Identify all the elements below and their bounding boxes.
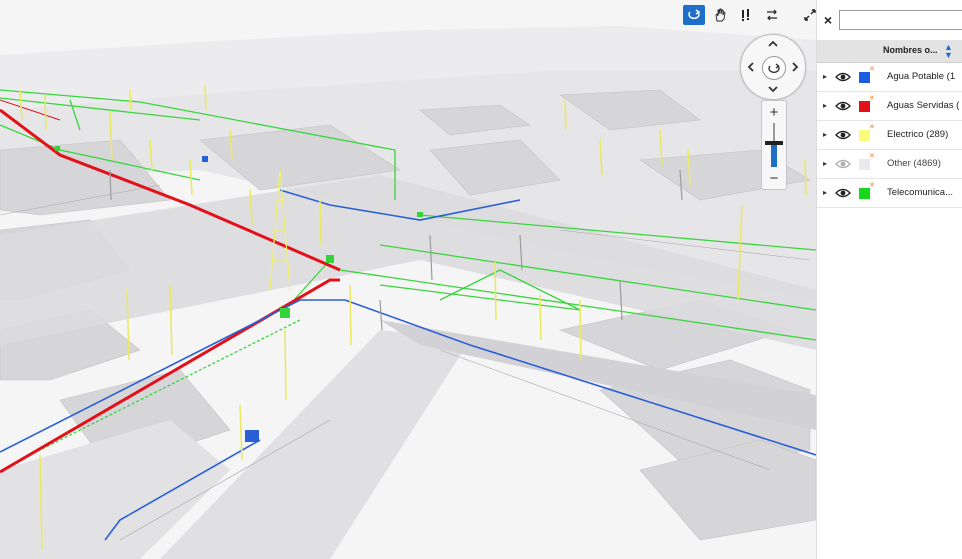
layer-color-swatch[interactable] bbox=[859, 72, 870, 83]
pan-left-button[interactable] bbox=[744, 60, 758, 74]
chevron-left-icon bbox=[747, 62, 754, 72]
visibility-eye-icon[interactable] bbox=[835, 71, 851, 83]
expand-caret-icon[interactable]: ▸ bbox=[823, 72, 827, 81]
layer-color-swatch[interactable] bbox=[859, 101, 870, 112]
zoom-in-button[interactable]: + bbox=[762, 105, 786, 121]
layer-panel: × Nombres o... ▲ ▼ ▸ ✕ Agua Potable (1 ▸ ✕ Agu… bbox=[816, 0, 962, 559]
water-node[interactable] bbox=[245, 430, 259, 442]
orbit-tool-button[interactable] bbox=[683, 5, 705, 25]
layer-row[interactable]: ▸ ✕ Electrico (289) bbox=[817, 121, 962, 150]
modified-star-icon: ✕ bbox=[869, 124, 875, 131]
expand-caret-icon[interactable]: ▸ bbox=[823, 130, 827, 139]
modified-star-icon: ✕ bbox=[869, 66, 875, 73]
visibility-eye-icon[interactable] bbox=[835, 187, 851, 199]
viewer-toolbar bbox=[683, 4, 816, 26]
zoom-out-button[interactable]: − bbox=[762, 171, 786, 187]
visibility-eye-icon[interactable] bbox=[835, 100, 851, 112]
reset-orbit-button[interactable] bbox=[762, 56, 786, 80]
chevron-down-icon bbox=[768, 86, 778, 93]
walk-icon bbox=[742, 9, 749, 21]
panel-header: × bbox=[817, 0, 962, 40]
layer-label: Aguas Servidas ( bbox=[887, 100, 960, 111]
close-panel-button[interactable]: × bbox=[821, 12, 835, 28]
city-model-scene[interactable] bbox=[0, 0, 816, 559]
pan-up-button[interactable] bbox=[766, 37, 780, 51]
expand-caret-icon[interactable]: ▸ bbox=[823, 159, 827, 168]
hand-pan-icon bbox=[715, 8, 726, 22]
orbit-icon bbox=[768, 63, 780, 74]
3d-viewport[interactable]: + − bbox=[0, 0, 816, 559]
chevron-right-icon bbox=[792, 62, 799, 72]
layer-row[interactable]: ▸ ✕ Agua Potable (1 bbox=[817, 63, 962, 92]
walk-tool-button[interactable] bbox=[735, 5, 757, 25]
pan-down-button[interactable] bbox=[766, 82, 780, 96]
layer-label: Agua Potable (1 bbox=[887, 71, 956, 82]
layer-row[interactable]: ▸ ✕ Other (4869) bbox=[817, 150, 962, 179]
sort-icon[interactable]: ▲ ▼ bbox=[944, 43, 953, 60]
modified-star-icon: ✕ bbox=[869, 95, 875, 102]
navigation-pad bbox=[740, 34, 806, 100]
layer-column-header: Nombres o... ▲ ▼ bbox=[817, 40, 962, 63]
layer-color-swatch[interactable] bbox=[859, 188, 870, 199]
expand-caret-icon[interactable]: ▸ bbox=[823, 101, 827, 110]
modified-star-icon: ✕ bbox=[869, 153, 875, 160]
layer-color-swatch[interactable] bbox=[859, 130, 870, 141]
expand-icon bbox=[804, 9, 816, 21]
layer-label: Telecomunica... bbox=[887, 187, 954, 198]
visibility-eye-icon[interactable] bbox=[835, 129, 851, 141]
column-title[interactable]: Nombres o... bbox=[883, 45, 938, 55]
modified-star-icon: ✕ bbox=[869, 182, 875, 189]
fullscreen-button[interactable] bbox=[799, 5, 816, 25]
layer-label: Electrico (289) bbox=[887, 129, 949, 140]
orbit-icon bbox=[688, 9, 701, 20]
expand-caret-icon[interactable]: ▸ bbox=[823, 188, 827, 197]
pan-tool-button[interactable] bbox=[709, 5, 731, 25]
pan-right-button[interactable] bbox=[788, 60, 802, 74]
telecom-node[interactable] bbox=[280, 308, 290, 318]
chevron-up-icon bbox=[768, 40, 778, 47]
layer-row[interactable]: ▸ ✕ Telecomunica... bbox=[817, 179, 962, 208]
layer-color-swatch[interactable] bbox=[859, 159, 870, 170]
zoom-slider-thumb[interactable] bbox=[765, 140, 783, 145]
layer-label: Other (4869) bbox=[887, 158, 941, 169]
visibility-eye-icon[interactable] bbox=[835, 158, 851, 170]
swap-arrows-icon bbox=[767, 9, 777, 21]
swap-tool-button[interactable] bbox=[761, 5, 783, 25]
layer-search-input[interactable] bbox=[839, 10, 962, 30]
zoom-control: + − bbox=[761, 100, 787, 190]
layer-row[interactable]: ▸ ✕ Aguas Servidas ( bbox=[817, 92, 962, 121]
zoom-level-fill bbox=[771, 142, 777, 167]
